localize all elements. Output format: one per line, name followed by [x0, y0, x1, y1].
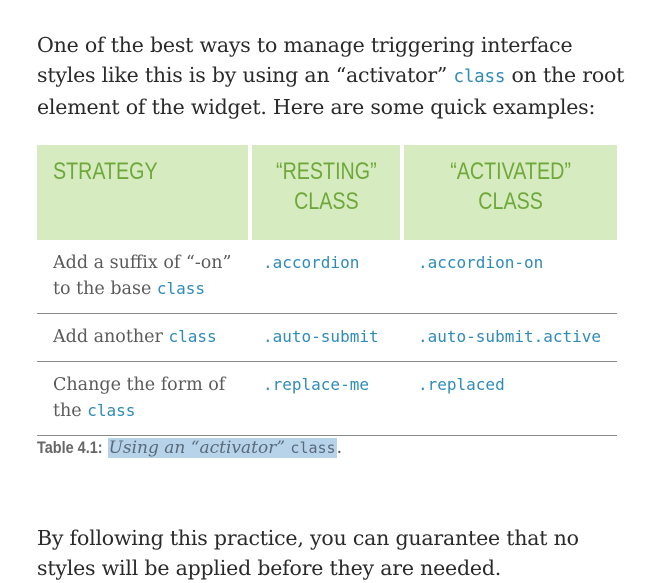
outro-paragraph: By following this practice, you can guar… — [37, 525, 579, 580]
table-header-row: STRATEGY “RESTING” CLASS “ACTIVATED” CLASS — [37, 145, 617, 240]
activated-class-cell: .accordion-on — [400, 240, 617, 314]
examples-table: STRATEGY “RESTING” CLASS “ACTIVATED” CLASS… — [37, 145, 617, 436]
table-row: Add another class .auto-submit .auto-sub… — [37, 314, 617, 362]
caption-end: . — [336, 438, 342, 458]
resting-class-cell: .auto-submit — [248, 314, 400, 362]
intro-paragraph: One of the best ways to manage triggerin… — [37, 30, 637, 122]
strategy-cell: Change the form of the class — [37, 362, 248, 436]
table-caption: Table 4.1: Using an “activator” class. — [37, 436, 342, 460]
caption-highlighted-text[interactable]: Using an “activator” class — [107, 438, 337, 458]
examples-table-wrapper: STRATEGY “RESTING” CLASS “ACTIVATED” CLASS… — [37, 145, 617, 436]
resting-class-cell: .accordion — [248, 240, 400, 314]
header-resting-class: “RESTING” CLASS — [248, 145, 400, 240]
resting-class-cell: .replace-me — [248, 362, 400, 436]
strategy-cell: Add another class — [37, 314, 248, 362]
header-strategy: STRATEGY — [37, 145, 248, 240]
table-row: Add a suffix of “-on” to the base class … — [37, 240, 617, 314]
activated-class-cell: .auto-submit.active — [400, 314, 617, 362]
intro-code: class — [453, 66, 506, 87]
header-activated-class: “ACTIVATED” CLASS — [400, 145, 617, 240]
activated-class-cell: .replaced — [400, 362, 617, 436]
table-row: Change the form of the class .replace-me… — [37, 362, 617, 436]
strategy-cell: Add a suffix of “-on” to the base class — [37, 240, 248, 314]
caption-label: Table 4.1: — [37, 438, 103, 457]
